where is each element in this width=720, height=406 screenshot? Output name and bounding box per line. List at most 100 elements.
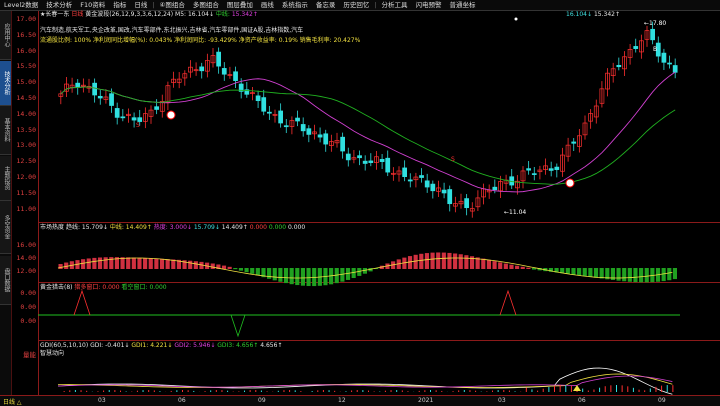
status-bar: 日线 △ 030609122021030609	[0, 395, 720, 406]
price-tick: 14.50	[16, 94, 36, 102]
gdi-volume-bar	[75, 390, 76, 392]
menu-item[interactable]: 多图组合	[189, 0, 223, 10]
s-signal: S	[451, 156, 455, 163]
gdi-volume-bar	[616, 385, 617, 392]
heat-bar	[98, 257, 102, 269]
heat-bar	[104, 257, 108, 269]
menu-item[interactable]: 指标	[109, 0, 130, 10]
heat-bar	[160, 259, 164, 269]
low-price-label: ←11.04	[504, 209, 526, 216]
candle-body	[369, 161, 373, 163]
menu-item[interactable]: 普通坐标	[446, 0, 480, 10]
heat-bar	[233, 268, 237, 269]
heat-bar	[447, 253, 451, 269]
heat-bar	[121, 257, 125, 269]
menu-item[interactable]: 备忘录	[312, 0, 340, 10]
menu-item[interactable]: 图层叠加	[223, 0, 257, 10]
heat-bar	[59, 264, 63, 269]
gdi-volume-bar	[374, 391, 375, 392]
menu-item[interactable]: 分析工具	[378, 0, 412, 10]
candle-body	[200, 67, 204, 71]
chart-area[interactable]: ←17.80 ←11.04 S S B	[38, 11, 720, 395]
candle-body	[110, 94, 114, 106]
heat-bar	[504, 264, 508, 269]
gdi-volume-bar	[385, 391, 386, 392]
left-tab[interactable]: 技术分析	[0, 61, 11, 106]
gdi-volume-bar	[486, 391, 487, 392]
gdi-volume-bar	[300, 391, 301, 392]
candle-body	[668, 63, 672, 64]
left-tab-strip: 应用中心技术分析基本资料主题投资多空资金盘口数据	[0, 11, 12, 395]
candle-body	[324, 134, 328, 144]
gdi-volume-bar	[424, 390, 425, 392]
menu-item[interactable]: 历史回忆	[339, 0, 373, 10]
gdi-volume-bar	[221, 390, 222, 392]
b-signal-marker	[167, 111, 175, 119]
menu-bar: Level2数据技术分析F10资料指标日线|④图组合多图组合图层叠加画线系统指示…	[0, 0, 720, 11]
candle-body	[420, 176, 424, 178]
menu-item[interactable]: 技术分析	[42, 0, 76, 10]
candle-body	[138, 118, 142, 122]
heat-bar	[301, 268, 305, 286]
gdi-volume-bar	[159, 391, 160, 392]
high-price-label: ←17.80	[644, 20, 666, 27]
gdi-volume-bar	[391, 390, 392, 392]
menu-item[interactable]: 日线	[130, 0, 151, 10]
heat-bar	[92, 258, 96, 269]
gdi-volume-bar	[599, 388, 600, 392]
candle-body	[284, 126, 288, 127]
candle-body	[217, 52, 221, 66]
heat-bar	[425, 253, 429, 269]
candle-body	[386, 158, 390, 172]
heat-bar	[290, 268, 294, 284]
heat-bar	[256, 268, 260, 275]
gdi-volume-bar	[610, 385, 611, 392]
gdi-volume-bar	[261, 390, 262, 392]
left-tab[interactable]: 盘口数据	[0, 256, 11, 305]
left-tab[interactable]: 多空资金	[0, 201, 11, 254]
gdi-volume-bar	[650, 388, 651, 392]
left-tab[interactable]: 应用中心	[0, 11, 11, 60]
menu-item[interactable]: 画线	[257, 0, 278, 10]
heat-bar	[622, 268, 626, 281]
gdi-volume-bar	[171, 391, 172, 392]
heat-tick: 12.00	[16, 267, 36, 275]
b-signal: B	[653, 46, 657, 53]
gdi-volume-bar	[667, 385, 668, 392]
gdi-volume-bar	[255, 390, 256, 392]
gold-tick: 0.00	[20, 317, 36, 325]
heat-bar	[307, 268, 311, 286]
menu-item[interactable]: 系统指示	[278, 0, 312, 10]
gdi-volume-bar	[633, 388, 634, 392]
menu-item[interactable]: 闪电预警	[412, 0, 446, 10]
candle-body	[527, 169, 531, 171]
heat-bar	[617, 268, 621, 281]
price-axis: 17.0016.5016.0015.5015.0014.5014.0013.50…	[12, 11, 39, 395]
heat-bar	[600, 268, 604, 278]
menu-item[interactable]: Level2数据	[0, 0, 42, 10]
s-signal: S	[136, 122, 140, 129]
left-tab[interactable]: 基本资料	[0, 106, 11, 155]
left-tab[interactable]: 主题投资	[0, 156, 11, 201]
gdi-volume-bar	[126, 391, 127, 392]
heat-bar	[408, 256, 412, 269]
menu-item[interactable]: ④图组合	[156, 0, 189, 10]
gdi-volume-bar	[548, 387, 549, 392]
heat-bar	[571, 268, 575, 275]
heat-bar	[509, 265, 513, 269]
heat-bar	[211, 263, 215, 269]
candle-body	[296, 118, 300, 121]
gdi-volume-bar	[526, 388, 527, 392]
price-tick: 12.50	[16, 157, 36, 165]
gdi-volume-bar	[283, 390, 284, 392]
heat-bar	[521, 267, 525, 269]
gdi-volume-bar	[565, 385, 566, 392]
heat-bar	[493, 261, 497, 269]
gdi-volume-bar	[661, 386, 662, 392]
gdi-volume-bar	[672, 385, 673, 392]
heat-bar	[431, 253, 435, 269]
gdi-volume-bar	[458, 390, 459, 392]
menu-item[interactable]: F10资料	[76, 0, 109, 10]
candle-body	[403, 168, 407, 177]
gdi-volume-bar	[436, 390, 437, 392]
